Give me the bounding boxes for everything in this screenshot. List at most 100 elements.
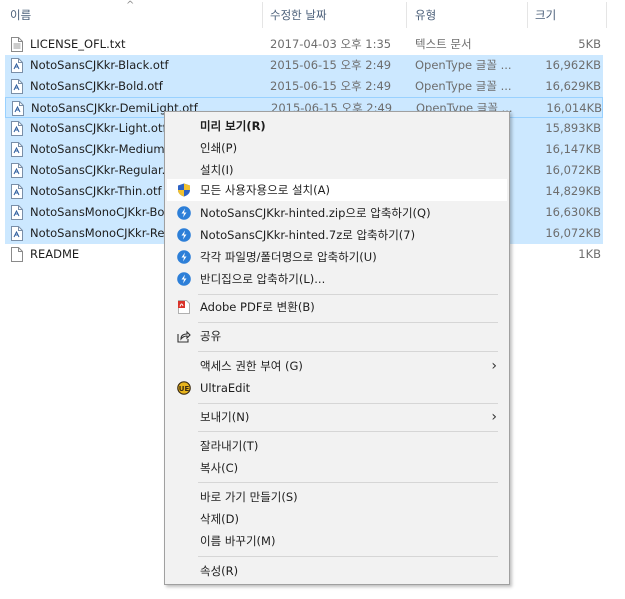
menu-item-ultraedit[interactable]: UE UltraEdit xyxy=(167,377,507,399)
column-header: 이름 ^ 수정한 날짜 유형 크기 xyxy=(0,0,625,30)
menu-separator xyxy=(198,403,498,404)
ultraedit-icon: UE xyxy=(177,381,191,395)
pdf-icon xyxy=(178,300,190,314)
column-divider[interactable] xyxy=(606,2,607,28)
menu-item-zip-hinted[interactable]: NotoSansCJKkr-hinted.zip으로 압축하기(Q) xyxy=(167,202,507,224)
file-size: 16,014KB xyxy=(546,101,602,115)
menu-separator xyxy=(198,322,498,323)
menu-item-label: NotoSansCJKkr-hinted.7z로 압축하기(7) xyxy=(200,228,416,242)
menu-item-bandizip[interactable]: 반디집으로 압축하기(L)... xyxy=(167,268,507,290)
menu-item-cut[interactable]: 잘라내기(T) xyxy=(167,435,507,457)
menu-item-copy[interactable]: 복사(C) xyxy=(167,457,507,479)
menu-item-label: 각각 파일명/폴더명으로 압축하기(U) xyxy=(200,250,377,264)
svg-text:UE: UE xyxy=(179,385,190,393)
file-size: 1KB xyxy=(578,247,601,261)
font-file-icon xyxy=(11,121,23,136)
menu-item-label: 바로 가기 만들기(S) xyxy=(200,490,298,504)
menu-item-install-all-users[interactable]: 모든 사용자용으로 설치(A) xyxy=(167,179,507,201)
file-size: 15,893KB xyxy=(545,121,601,135)
chevron-right-icon: › xyxy=(491,409,497,425)
table-row[interactable]: NotoSansCJKkr-Bold.otf 2015-06-15 오후 2:4… xyxy=(5,76,603,97)
menu-item-delete[interactable]: 삭제(D) xyxy=(167,508,507,530)
table-row[interactable]: NotoSansCJKkr-Black.otf 2015-06-15 오후 2:… xyxy=(5,55,603,76)
file-size: 16,962KB xyxy=(545,58,601,72)
menu-item-label: UltraEdit xyxy=(200,381,251,395)
menu-item-send-to[interactable]: 보내기(N) › xyxy=(167,406,507,428)
file-name: NotoSansCJKkr-Black.otf xyxy=(30,58,169,72)
font-file-icon xyxy=(12,101,24,116)
menu-separator xyxy=(198,431,498,432)
menu-item-print[interactable]: 인쇄(P) xyxy=(167,137,507,159)
bandizip-icon xyxy=(177,228,191,242)
font-file-icon xyxy=(11,142,23,157)
menu-item-grant-access[interactable]: 액세스 권한 부여 (G) › xyxy=(167,355,507,377)
file-size: 5KB xyxy=(578,37,601,51)
menu-item-7z-hinted[interactable]: NotoSansCJKkr-hinted.7z로 압축하기(7) xyxy=(167,224,507,246)
bandizip-icon xyxy=(177,272,191,286)
menu-item-label: 공유 xyxy=(200,329,222,343)
column-header-date[interactable]: 수정한 날짜 xyxy=(270,0,327,30)
column-divider[interactable] xyxy=(406,2,407,28)
menu-item-label: 잘라내기(T) xyxy=(200,439,259,453)
font-file-icon xyxy=(11,58,23,73)
column-header-size[interactable]: 크기 xyxy=(535,0,556,30)
bandizip-icon xyxy=(177,206,191,220)
font-file-icon xyxy=(11,79,23,94)
file-type: OpenType 글꼴 ... xyxy=(415,58,512,72)
file-name: NotoSansCJKkr-Bold.otf xyxy=(30,79,163,93)
menu-item-label: NotoSansCJKkr-hinted.zip으로 압축하기(Q) xyxy=(200,206,431,220)
table-row[interactable]: LICENSE_OFL.txt 2017-04-03 오후 1:35 텍스트 문… xyxy=(5,34,603,55)
font-file-icon xyxy=(11,226,23,241)
menu-item-properties[interactable]: 속성(R) xyxy=(167,560,507,582)
file-name: LICENSE_OFL.txt xyxy=(30,37,126,51)
menu-item-label: 액세스 권한 부여 (G) xyxy=(200,359,303,373)
menu-item-label: 미리 보기(R) xyxy=(200,119,266,133)
menu-item-create-shortcut[interactable]: 바로 가기 만들기(S) xyxy=(167,486,507,508)
menu-item-rename[interactable]: 이름 바꾸기(M) xyxy=(167,530,507,552)
column-divider[interactable] xyxy=(527,2,528,28)
menu-item-label: Adobe PDF로 변환(B) xyxy=(200,300,315,314)
menu-separator xyxy=(198,556,498,557)
menu-item-label: 복사(C) xyxy=(200,461,239,475)
text-file-icon xyxy=(11,37,23,52)
column-divider[interactable] xyxy=(262,2,263,28)
font-file-icon xyxy=(11,184,23,199)
menu-item-label: 반디집으로 압축하기(L)... xyxy=(200,272,326,286)
file-size: 14,829KB xyxy=(545,184,601,198)
menu-item-label: 인쇄(P) xyxy=(200,141,238,155)
menu-item-preview[interactable]: 미리 보기(R) xyxy=(167,115,507,137)
file-size: 16,072KB xyxy=(545,163,601,177)
file-date: 2015-06-15 오후 2:49 xyxy=(270,58,392,72)
menu-item-label: 속성(R) xyxy=(200,564,239,578)
file-size: 16,072KB xyxy=(545,226,601,240)
chevron-right-icon: › xyxy=(491,358,497,374)
context-menu: 미리 보기(R) 인쇄(P) 설치(I) 모든 사용자용으로 설치(A) Not… xyxy=(164,111,510,585)
generic-file-icon xyxy=(11,247,23,262)
file-date: 2015-06-15 오후 2:49 xyxy=(270,79,392,93)
font-file-icon xyxy=(11,205,23,220)
menu-item-compress-each[interactable]: 각각 파일명/폴더명으로 압축하기(U) xyxy=(167,246,507,268)
menu-item-label: 삭제(D) xyxy=(200,512,239,526)
file-size: 16,630KB xyxy=(545,205,601,219)
bandizip-icon xyxy=(177,250,191,264)
uac-shield-icon xyxy=(178,183,190,197)
file-date: 2017-04-03 오후 1:35 xyxy=(270,37,392,51)
menu-separator xyxy=(198,294,498,295)
file-size: 16,629KB xyxy=(545,79,601,93)
font-file-icon xyxy=(11,163,23,178)
menu-item-label: 보내기(N) xyxy=(200,410,250,424)
file-type: 텍스트 문서 xyxy=(415,37,472,51)
menu-item-adobe-pdf[interactable]: Adobe PDF로 변환(B) xyxy=(167,296,507,318)
menu-separator xyxy=(198,482,498,483)
file-type: OpenType 글꼴 ... xyxy=(415,79,512,93)
sort-ascending-icon: ^ xyxy=(126,0,135,11)
menu-item-share[interactable]: 공유 xyxy=(167,325,507,347)
column-header-name[interactable]: 이름 xyxy=(10,0,31,30)
menu-item-label: 설치(I) xyxy=(200,163,234,177)
menu-separator xyxy=(198,351,498,352)
menu-item-label: 모든 사용자용으로 설치(A) xyxy=(200,183,330,197)
menu-item-label: 이름 바꾸기(M) xyxy=(200,534,276,548)
column-header-type[interactable]: 유형 xyxy=(415,0,436,30)
share-icon xyxy=(177,330,191,343)
menu-item-install[interactable]: 설치(I) xyxy=(167,159,507,181)
